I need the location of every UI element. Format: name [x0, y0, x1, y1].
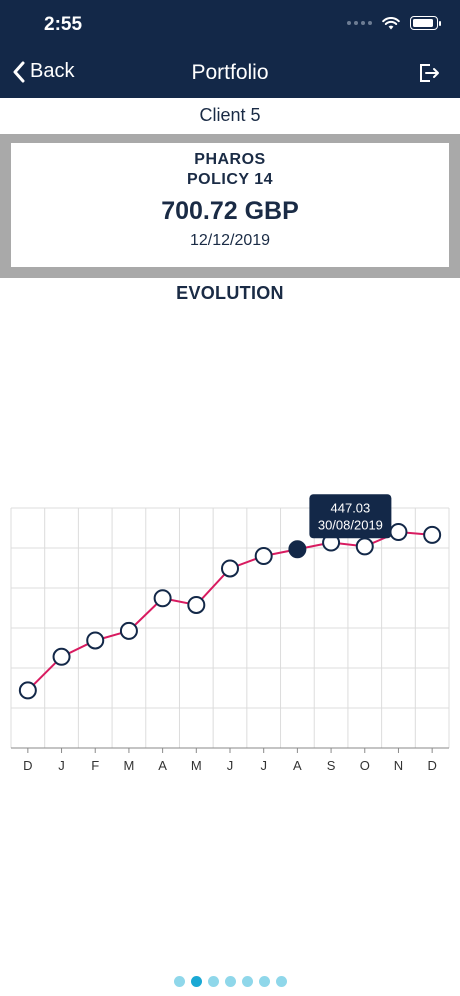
chart-tooltip: 447.03 30/08/2019: [309, 494, 392, 539]
page-title: Portfolio: [191, 61, 269, 84]
data-point[interactable]: [221, 559, 239, 578]
evolution-chart[interactable]: D J F M A M J J A S O N D 447.03 30/08/2019: [0, 490, 460, 790]
x-tick-label: A: [293, 758, 302, 773]
data-point[interactable]: [389, 523, 408, 541]
page-indicator[interactable]: [0, 976, 460, 987]
data-point[interactable]: [423, 525, 442, 544]
x-tick-label: D: [23, 758, 32, 773]
policy-date: 12/12/2019: [189, 232, 271, 249]
logout-button[interactable]: [418, 62, 440, 89]
x-tick-label: J: [58, 758, 65, 773]
x-tick-label: D: [427, 758, 436, 773]
x-tick-label: F: [91, 758, 99, 773]
policy-company: PHAROS: [194, 151, 266, 168]
data-point[interactable]: [52, 647, 71, 666]
app-header: 2:55 Back Portfolio: [0, 0, 460, 98]
series-line: [27, 530, 433, 692]
status-icons: [347, 16, 441, 30]
policy-name: POLICY 14: [186, 171, 273, 188]
wifi-icon: [382, 16, 400, 29]
policy-card[interactable]: PHAROS POLICY 14 700.72 GBP 12/12/2019: [11, 143, 449, 267]
x-tick-label: S: [327, 758, 336, 773]
x-tick-label: M: [191, 758, 202, 773]
x-tick-label: J: [227, 758, 234, 773]
data-point[interactable]: [153, 589, 172, 608]
x-tick-label: N: [394, 758, 403, 773]
client-label: Client 5: [199, 105, 261, 125]
page-dot[interactable]: [275, 976, 287, 987]
policy-card-frame: PHAROS POLICY 14 700.72 GBP 12/12/2019: [0, 134, 460, 278]
page-dot[interactable]: [224, 976, 236, 987]
data-point[interactable]: [86, 631, 105, 650]
battery-icon: [410, 16, 441, 30]
x-tick-label: O: [360, 758, 370, 773]
page-dot[interactable]: [173, 976, 185, 987]
logout-icon: [420, 64, 439, 82]
data-point[interactable]: [119, 621, 138, 640]
page-dot[interactable]: [207, 976, 219, 987]
page-dot[interactable]: [258, 976, 270, 987]
status-time: 2:55: [44, 14, 83, 35]
data-point[interactable]: [18, 681, 37, 700]
x-tick-label: A: [158, 758, 167, 773]
tooltip-date: 30/08/2019: [318, 517, 383, 532]
data-point[interactable]: [254, 547, 273, 565]
tooltip-value: 447.03: [331, 500, 371, 515]
data-point[interactable]: [355, 537, 374, 556]
page-dot[interactable]: [190, 976, 202, 987]
data-point-selected[interactable]: [288, 540, 307, 559]
signal-icon: [347, 21, 372, 25]
policy-amount: 700.72 GBP: [161, 197, 299, 225]
section-title: EVOLUTION: [176, 283, 284, 303]
data-point[interactable]: [187, 595, 206, 614]
page-dot[interactable]: [241, 976, 253, 987]
x-tick-label: J: [260, 758, 267, 773]
x-tick-label: M: [124, 758, 135, 773]
